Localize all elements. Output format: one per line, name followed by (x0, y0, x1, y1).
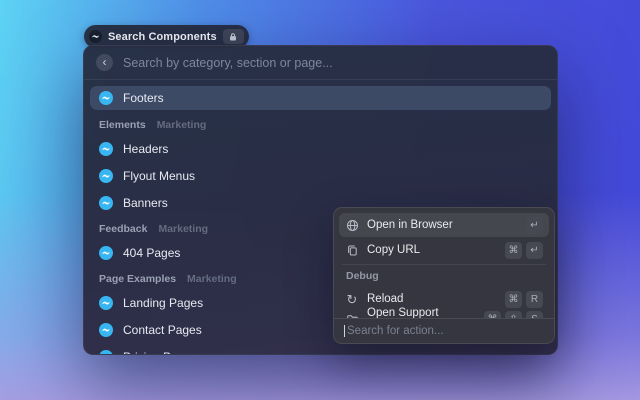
list-item-label: Flyout Menus (123, 169, 195, 183)
key-cmd: ⌘ (505, 291, 522, 308)
actions-panel: Open in Browser ↵ Copy URL ⌘ ↵ Debug ↻ R… (333, 207, 555, 344)
pill-label: Search Components (108, 31, 217, 43)
list-item-headers[interactable]: Headers (90, 137, 551, 160)
components-logo-icon (99, 91, 113, 105)
components-logo-icon (99, 196, 113, 210)
action-label: Copy URL (367, 244, 420, 256)
actions-divider (342, 264, 546, 265)
clipboard-icon (345, 244, 359, 257)
list-item-flyout-menus[interactable]: Flyout Menus (90, 164, 551, 187)
key-return: ↵ (526, 242, 543, 259)
lock-badge (223, 29, 244, 44)
components-logo-icon (99, 296, 113, 310)
section-subtitle: Marketing (187, 273, 237, 285)
key-r: R (526, 291, 543, 308)
search-bar: ‹ (84, 46, 557, 79)
lock-icon (228, 32, 238, 42)
desktop-background: Search Components ‹ Footers (0, 0, 640, 400)
key-cmd: ⌘ (505, 242, 522, 259)
components-logo-icon (89, 30, 102, 43)
components-logo-icon (99, 350, 113, 355)
action-copy-url[interactable]: Copy URL ⌘ ↵ (339, 238, 549, 262)
list-item-label: Contact Pages (123, 323, 202, 337)
list-item-footers[interactable]: Footers (90, 86, 551, 110)
action-label: Open in Browser (367, 219, 453, 231)
chevron-left-icon: ‹ (103, 55, 107, 70)
components-logo-icon (99, 142, 113, 156)
shortcut-keys: ⌘ R (505, 291, 543, 308)
list-item-pricing-pages[interactable]: Pricing Pages (90, 345, 551, 354)
section-title: Feedback (99, 223, 147, 235)
section-subtitle: Marketing (158, 223, 208, 235)
list-item-label: Banners (123, 196, 168, 210)
list-item-label: Landing Pages (123, 296, 203, 310)
components-logo-icon (99, 323, 113, 337)
globe-icon (345, 219, 359, 232)
action-search-placeholder: Search for action... (347, 325, 444, 337)
text-cursor (344, 325, 345, 337)
list-item-label: Footers (123, 91, 164, 105)
list-item-label: Headers (123, 142, 168, 156)
section-title: Elements (99, 119, 146, 131)
key-return: ↵ (526, 217, 543, 234)
components-logo-icon (99, 246, 113, 260)
list-item-label: Pricing Pages (123, 350, 197, 355)
section-header-elements: Elements Marketing (99, 119, 542, 131)
action-label: Reload (367, 293, 403, 305)
search-input[interactable] (123, 56, 545, 70)
shortcut-keys: ↵ (526, 217, 543, 234)
back-button[interactable]: ‹ (96, 54, 113, 71)
components-logo-icon (99, 169, 113, 183)
section-title: Page Examples (99, 273, 176, 285)
action-open-in-browser[interactable]: Open in Browser ↵ (339, 213, 549, 237)
list-item-label: 404 Pages (123, 246, 180, 260)
actions-section-debug: Debug (346, 270, 379, 282)
shortcut-keys: ⌘ ↵ (505, 242, 543, 259)
action-search-bar[interactable]: Search for action... (334, 318, 554, 343)
reload-icon: ↻ (345, 293, 359, 306)
section-subtitle: Marketing (157, 119, 207, 131)
